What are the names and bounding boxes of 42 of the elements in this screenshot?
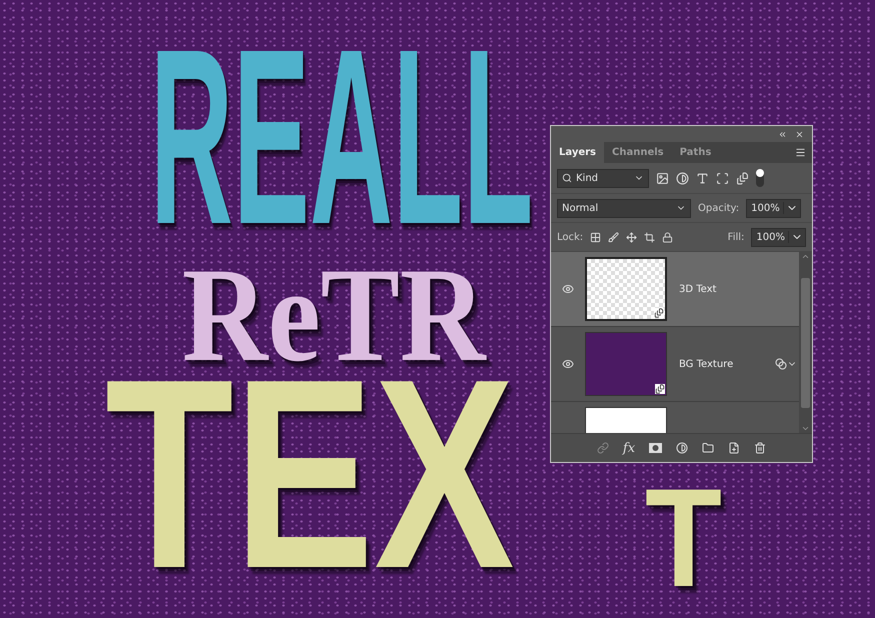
checker-icon[interactable] [590,232,602,242]
filter-dropdown[interactable]: Kind [557,168,649,188]
fill-field[interactable]: 100% [751,228,806,246]
layer-row[interactable]: 3D Text [551,252,799,327]
panel-tab[interactable]: Layers [551,142,604,163]
half-circle-icon[interactable] [676,172,689,184]
scroll-down-icon[interactable] [801,424,810,433]
fx-button[interactable]: fx [622,440,636,456]
artwork-text: REALL [150,12,534,262]
menu-icon[interactable] [795,147,806,158]
scrollbar[interactable] [799,252,812,433]
lock-label: Lock: [557,232,584,242]
fill-label: Fill: [728,232,744,242]
search-icon [562,173,572,183]
trash-icon[interactable] [754,442,766,454]
overlapping-circles-icon[interactable] [775,358,787,370]
move-icon[interactable] [626,232,638,242]
scroll-up-icon[interactable] [801,252,810,261]
folder-icon[interactable] [702,442,714,454]
artwork-text: T [645,468,722,608]
mask-icon[interactable] [649,443,662,453]
shape-icon[interactable] [716,172,729,184]
panel-tab[interactable]: Paths [672,142,720,163]
half-circle-icon[interactable] [676,442,688,454]
lock-icon[interactable] [662,232,674,242]
image-icon[interactable] [656,172,669,184]
eye-icon[interactable] [562,358,574,370]
layer-name: BG Texture [679,358,734,370]
panel-tab[interactable]: Channels [604,142,672,163]
crop-icon[interactable] [644,232,656,242]
brush-icon[interactable] [608,232,620,242]
collapse-icon[interactable] [778,130,787,139]
toggle-icon[interactable] [756,169,764,187]
eye-icon[interactable] [562,283,574,295]
opacity-field[interactable]: 100% [746,198,801,218]
smart-object-icon[interactable] [736,172,749,184]
layer-name: 3D Text [679,284,718,294]
blend-mode-dropdown[interactable]: Normal [557,198,691,218]
opacity-label: Opacity: [698,202,740,214]
new-layer-icon[interactable] [728,442,740,454]
type-icon[interactable] [696,172,709,184]
close-icon[interactable] [795,130,804,139]
